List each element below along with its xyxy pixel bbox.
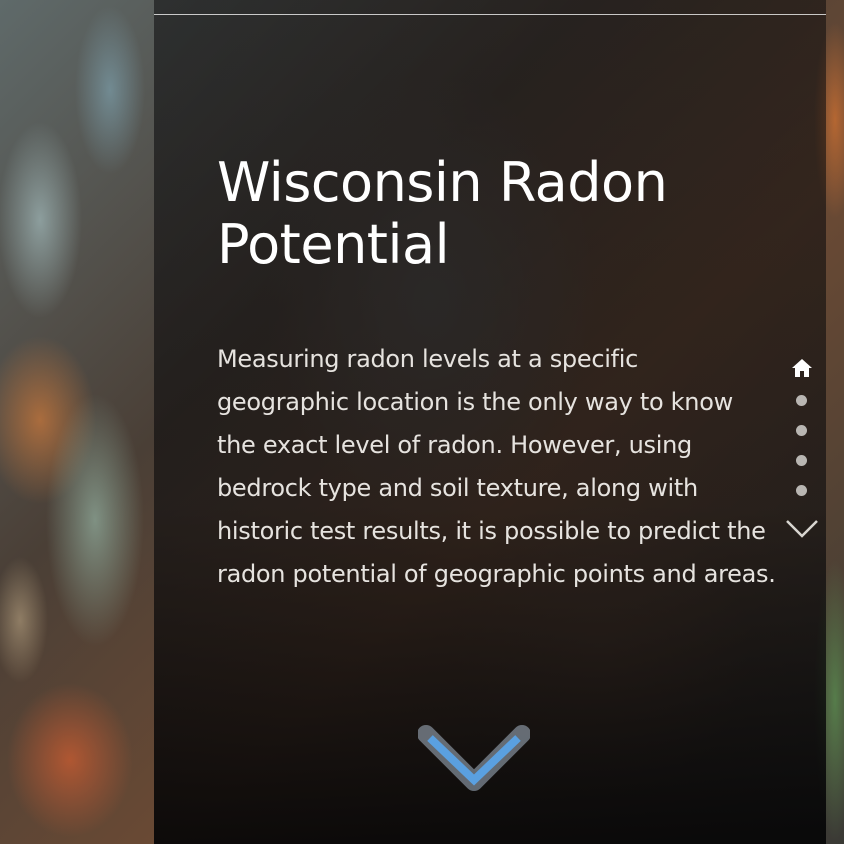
nav-dot-4[interactable] <box>796 485 807 496</box>
nav-dot-3[interactable] <box>796 455 807 466</box>
page-title: Wisconsin Radon Potential <box>217 151 668 276</box>
home-icon[interactable] <box>790 356 814 380</box>
nav-dot-1[interactable] <box>796 395 807 406</box>
scroll-down-chevron-icon[interactable] <box>417 720 531 798</box>
nav-dot-2[interactable] <box>796 425 807 436</box>
chevron-down-icon[interactable] <box>784 516 820 542</box>
intro-paragraph: Measuring radon levels at a specific geo… <box>217 345 776 588</box>
section-nav <box>786 356 818 551</box>
story-page: Wisconsin Radon Potential Measuring rado… <box>0 0 844 844</box>
header-divider <box>154 14 826 15</box>
